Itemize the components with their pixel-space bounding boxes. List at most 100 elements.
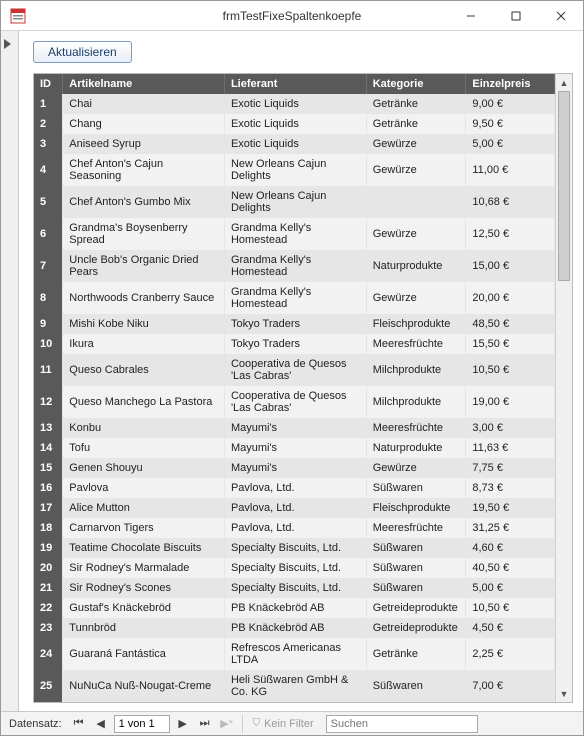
cell-name: Queso Cabrales <box>63 354 225 386</box>
cell-name: Carnarvon Tigers <box>63 518 225 538</box>
cell-category: Süßwaren <box>366 538 466 558</box>
table-row[interactable]: 20Sir Rodney's MarmaladeSpecialty Biscui… <box>34 558 555 578</box>
cell-supplier: Exotic Liquids <box>224 94 366 114</box>
cell-price: 31,25 € <box>466 518 555 538</box>
nav-prev-button[interactable]: ◀ <box>90 714 112 734</box>
cell-id: 15 <box>34 458 63 478</box>
table-row[interactable]: 9Mishi Kobe NikuTokyo TradersFleischprod… <box>34 314 555 334</box>
cell-supplier: Specialty Biscuits, Ltd. <box>224 558 366 578</box>
table-row[interactable]: 8Northwoods Cranberry SauceGrandma Kelly… <box>34 282 555 314</box>
cell-supplier: Cooperativa de Quesos 'Las Cabras' <box>224 354 366 386</box>
col-price[interactable]: Einzelpreis <box>466 74 555 94</box>
cell-category: Meeresfrüchte <box>366 334 466 354</box>
table-row[interactable]: 1ChaiExotic LiquidsGetränke9,00 € <box>34 94 555 114</box>
cell-supplier: Pavlova, Ltd. <box>224 518 366 538</box>
close-button[interactable] <box>538 1 583 31</box>
col-supplier[interactable]: Lieferant <box>224 74 366 94</box>
cell-category: Milchprodukte <box>366 386 466 418</box>
cell-price: 3,00 € <box>466 418 555 438</box>
cell-price: 5,00 € <box>466 578 555 598</box>
cell-name: Ikura <box>63 334 225 354</box>
cell-price: 20,00 € <box>466 282 555 314</box>
table-row[interactable]: 3Aniseed SyrupExotic LiquidsGewürze5,00 … <box>34 134 555 154</box>
refresh-button[interactable]: Aktualisieren <box>33 41 132 63</box>
scroll-thumb[interactable] <box>558 91 570 281</box>
cell-name: Uncle Bob's Organic Dried Pears <box>63 250 225 282</box>
cell-name: Teatime Chocolate Biscuits <box>63 538 225 558</box>
table-row[interactable]: 13KonbuMayumi'sMeeresfrüchte3,00 € <box>34 418 555 438</box>
header-row: ID Artikelname Lieferant Kategorie Einze… <box>34 74 555 94</box>
table-row[interactable]: 22Gustaf's KnäckebrödPB Knäckebröd ABGet… <box>34 598 555 618</box>
nav-position-input[interactable] <box>114 715 170 733</box>
table-row[interactable]: 21Sir Rodney's SconesSpecialty Biscuits,… <box>34 578 555 598</box>
nav-new-button[interactable]: ▶* <box>216 714 238 734</box>
minimize-button[interactable] <box>448 1 493 31</box>
col-name[interactable]: Artikelname <box>63 74 225 94</box>
table-row[interactable]: 25NuNuCa Nuß-Nougat-CremeHeli Süßwaren G… <box>34 670 555 702</box>
table-row[interactable]: 19Teatime Chocolate BiscuitsSpecialty Bi… <box>34 538 555 558</box>
table-row[interactable]: 7Uncle Bob's Organic Dried PearsGrandma … <box>34 250 555 282</box>
record-selector[interactable] <box>1 31 19 711</box>
cell-name: Chang <box>63 114 225 134</box>
table-row[interactable]: 17Alice MuttonPavlova, Ltd.Fleischproduk… <box>34 498 555 518</box>
nav-next-button[interactable]: ▶ <box>172 714 194 734</box>
cell-category: Naturprodukte <box>366 250 466 282</box>
scroll-up-icon[interactable]: ▲ <box>556 74 572 91</box>
col-category[interactable]: Kategorie <box>366 74 466 94</box>
maximize-button[interactable] <box>493 1 538 31</box>
cell-supplier: Pavlova, Ltd. <box>224 498 366 518</box>
cell-name: Queso Manchego La Pastora <box>63 386 225 418</box>
scroll-down-icon[interactable]: ▼ <box>556 685 572 702</box>
cell-supplier: Refrescos Americanas LTDA <box>224 638 366 670</box>
nav-filter[interactable]: ⛉ Kein Filter <box>247 718 320 730</box>
cell-id: 24 <box>34 638 63 670</box>
table-row[interactable]: 24Guaraná FantásticaRefrescos Americanas… <box>34 638 555 670</box>
cell-name: Tofu <box>63 438 225 458</box>
cell-price: 19,00 € <box>466 386 555 418</box>
cell-supplier: Exotic Liquids <box>224 134 366 154</box>
nav-search-input[interactable] <box>326 715 478 733</box>
cell-category: Meeresfrüchte <box>366 418 466 438</box>
nav-first-button[interactable]: ⏮ <box>68 714 90 734</box>
table-row[interactable]: 4Chef Anton's Cajun SeasoningNew Orleans… <box>34 154 555 186</box>
cell-supplier: Heli Süßwaren GmbH & Co. KG <box>224 670 366 702</box>
table-row[interactable]: 6Grandma's Boysenberry SpreadGrandma Kel… <box>34 218 555 250</box>
cell-price: 48,50 € <box>466 314 555 334</box>
cell-supplier: Specialty Biscuits, Ltd. <box>224 538 366 558</box>
table-row[interactable]: 14TofuMayumi'sNaturprodukte11,63 € <box>34 438 555 458</box>
cell-price: 10,68 € <box>466 186 555 218</box>
cell-category: Getränke <box>366 638 466 670</box>
form-body: Aktualisieren ID Artikelname Lieferant K… <box>1 31 583 711</box>
table-row[interactable]: 18Carnarvon TigersPavlova, Ltd.Meeresfrü… <box>34 518 555 538</box>
cell-supplier: Tokyo Traders <box>224 314 366 334</box>
cell-category: Süßwaren <box>366 670 466 702</box>
cell-category <box>366 186 466 218</box>
vertical-scrollbar[interactable]: ▲ ▼ <box>555 74 572 702</box>
cell-id: 23 <box>34 618 63 638</box>
table-row[interactable]: 2ChangExotic LiquidsGetränke9,50 € <box>34 114 555 134</box>
cell-category: Gewürze <box>366 218 466 250</box>
table-row[interactable]: 16PavlovaPavlova, Ltd.Süßwaren8,73 € <box>34 478 555 498</box>
table-row[interactable]: 12Queso Manchego La PastoraCooperativa d… <box>34 386 555 418</box>
nav-last-button[interactable]: ⏭ <box>194 714 216 734</box>
cell-category: Gewürze <box>366 154 466 186</box>
cell-price: 15,50 € <box>466 334 555 354</box>
cell-category: Gewürze <box>366 134 466 154</box>
table-row[interactable]: 5Chef Anton's Gumbo MixNew Orleans Cajun… <box>34 186 555 218</box>
cell-category: Süßwaren <box>366 578 466 598</box>
cell-category: Süßwaren <box>366 558 466 578</box>
table-row[interactable]: 10IkuraTokyo TradersMeeresfrüchte15,50 € <box>34 334 555 354</box>
cell-price: 10,50 € <box>466 354 555 386</box>
cell-id: 22 <box>34 598 63 618</box>
cell-supplier: New Orleans Cajun Delights <box>224 154 366 186</box>
cell-name: Tunnbröd <box>63 618 225 638</box>
table-row[interactable]: 23TunnbrödPB Knäckebröd ABGetreideproduk… <box>34 618 555 638</box>
cell-price: 8,73 € <box>466 478 555 498</box>
col-id[interactable]: ID <box>34 74 63 94</box>
cell-id: 1 <box>34 94 63 114</box>
cell-price: 2,25 € <box>466 638 555 670</box>
nav-separator <box>242 715 243 733</box>
cell-price: 12,50 € <box>466 218 555 250</box>
table-row[interactable]: 15Genen ShouyuMayumi'sGewürze7,75 € <box>34 458 555 478</box>
table-row[interactable]: 11Queso CabralesCooperativa de Quesos 'L… <box>34 354 555 386</box>
